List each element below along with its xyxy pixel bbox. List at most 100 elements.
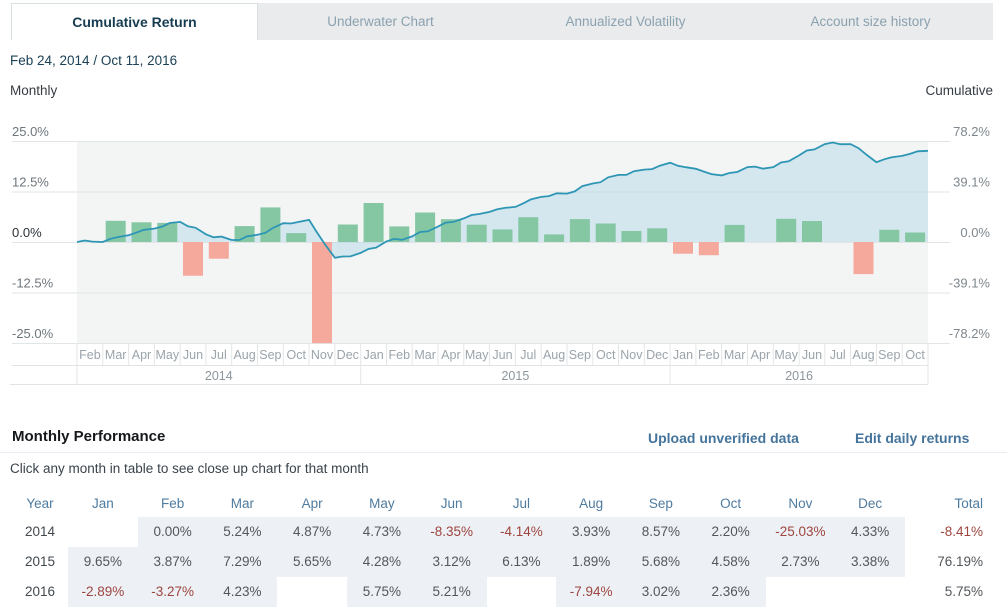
cell-2014-aug[interactable]: 3.93%	[556, 517, 626, 547]
month-tick-label: Nov	[620, 348, 643, 362]
cell-2015-jan[interactable]: 9.65%	[68, 547, 138, 577]
right-axis-tick: 39.1%	[953, 175, 990, 190]
month-tick-label: Mar	[105, 348, 127, 362]
month-tick-label: Sep	[259, 348, 281, 362]
header-jul: Jul	[487, 490, 557, 517]
cell-2016-aug[interactable]: -7.94%	[556, 577, 626, 607]
month-tick-label: Apr	[751, 348, 770, 362]
header-sep: Sep	[626, 490, 696, 517]
cell-2014-apr[interactable]: 4.87%	[277, 517, 347, 547]
month-tick-label: Apr	[441, 348, 460, 362]
cell-2015-feb[interactable]: 3.87%	[138, 547, 208, 577]
cumulative-return-chart-svg: 25.0%78.2%12.5%39.1%0.0%0.0%-12.5%-39.1%…	[0, 110, 1007, 390]
tab-underwater-chart[interactable]: Underwater Chart	[258, 3, 503, 40]
cell-2015-sep[interactable]: 5.68%	[626, 547, 696, 577]
header-apr: Apr	[277, 490, 347, 517]
month-tick-label: May	[155, 348, 179, 362]
monthly-return-bar	[544, 234, 564, 242]
right-axis-tick: -78.2%	[949, 326, 991, 341]
tab-annualized-volatility[interactable]: Annualized Volatility	[503, 3, 748, 40]
cell-2014-nov[interactable]: -25.03%	[766, 517, 836, 547]
year-label: 2014	[205, 369, 233, 383]
cell-2016-mar[interactable]: 4.23%	[208, 577, 278, 607]
cell-2016-jul	[487, 577, 557, 607]
cell-2016-feb[interactable]: -3.27%	[138, 577, 208, 607]
monthly-return-bar	[673, 242, 693, 254]
cell-2015-jul[interactable]: 6.13%	[487, 547, 557, 577]
header-jan: Jan	[68, 490, 138, 517]
cell-2015-dec[interactable]: 3.38%	[835, 547, 905, 577]
monthly-return-bar	[518, 217, 538, 242]
cell-2016-jun[interactable]: 5.21%	[417, 577, 487, 607]
cell-2014-jan	[68, 517, 138, 547]
cell-2014-mar[interactable]: 5.24%	[208, 517, 278, 547]
month-tick-label: Dec	[646, 348, 668, 362]
cell-2016-jan[interactable]: -2.89%	[68, 577, 138, 607]
cell-2015-aug[interactable]: 1.89%	[556, 547, 626, 577]
month-tick-label: Jun	[183, 348, 203, 362]
cell-2015-mar[interactable]: 7.29%	[208, 547, 278, 577]
monthly-return-bar	[570, 219, 590, 242]
month-tick-label: Aug	[233, 348, 255, 362]
cell-2016-dec	[835, 577, 905, 607]
cell-2014-sep[interactable]: 8.57%	[626, 517, 696, 547]
upload-unverified-data-link[interactable]: Upload unverified data	[648, 430, 799, 446]
tab-cumulative-return[interactable]: Cumulative Return	[11, 3, 258, 40]
monthly-return-bar	[905, 233, 925, 243]
cell-2014-jun[interactable]: -8.35%	[417, 517, 487, 547]
tab-bar: Cumulative Return Underwater Chart Annua…	[11, 3, 993, 40]
cumulative-return-chart: 25.0%78.2%12.5%39.1%0.0%0.0%-12.5%-39.1%…	[0, 110, 1007, 390]
monthly-return-bar	[879, 230, 899, 242]
cell-2015-apr[interactable]: 5.65%	[277, 547, 347, 577]
header-jun: Jun	[417, 490, 487, 517]
monthly-return-bar	[493, 229, 513, 242]
header-nov: Nov	[766, 490, 836, 517]
cell-2014-may[interactable]: 4.73%	[347, 517, 417, 547]
header-feb: Feb	[138, 490, 208, 517]
cell-2016-sep[interactable]: 3.02%	[626, 577, 696, 607]
table-header-row: YearJanFebMarAprMayJunJulAugSepOctNovDec…	[12, 490, 985, 517]
cell-2014-jul[interactable]: -4.14%	[487, 517, 557, 547]
section-divider	[0, 452, 1007, 453]
cell-2016-nov	[766, 577, 836, 607]
right-axis-tick: 0.0%	[960, 225, 990, 240]
header-mar: Mar	[208, 490, 278, 517]
tab-account-size-history[interactable]: Account size history	[748, 3, 993, 40]
monthly-return-bar	[209, 242, 229, 259]
month-tick-label: Feb	[698, 348, 720, 362]
cell-2014-oct[interactable]: 2.20%	[696, 517, 766, 547]
month-tick-label: Aug	[852, 348, 874, 362]
table-row-2016: 2016-2.89%-3.27%4.23% 5.75%5.21% -7.94%3.0…	[12, 577, 985, 607]
year-cell-2016: 2016	[12, 577, 68, 607]
year-cell-2014: 2014	[12, 517, 68, 547]
cell-2014-feb[interactable]: 0.00%	[138, 517, 208, 547]
monthly-return-bar	[157, 223, 177, 242]
header-dec: Dec	[835, 490, 905, 517]
monthly-return-bar	[364, 203, 384, 242]
cell-2016-may[interactable]: 5.75%	[347, 577, 417, 607]
cumulative-axis-title: Cumulative	[925, 83, 993, 98]
cell-2015-jun[interactable]: 3.12%	[417, 547, 487, 577]
cell-2016-oct[interactable]: 2.36%	[696, 577, 766, 607]
monthly-performance-title: Monthly Performance	[12, 428, 165, 445]
year-cell-2015: 2015	[12, 547, 68, 577]
monthly-return-bar	[596, 224, 616, 243]
month-tick-label: Feb	[389, 348, 411, 362]
left-axis-tick: -12.5%	[12, 276, 54, 291]
cell-2014-dec[interactable]: 4.33%	[835, 517, 905, 547]
edit-daily-returns-link[interactable]: Edit daily returns	[855, 430, 969, 446]
cell-2015-nov[interactable]: 2.73%	[766, 547, 836, 577]
month-tick-label: Oct	[905, 348, 925, 362]
monthly-performance-table: YearJanFebMarAprMayJunJulAugSepOctNovDec…	[12, 490, 985, 607]
monthly-return-bar	[260, 207, 280, 242]
right-axis-tick: 78.2%	[953, 124, 990, 139]
cell-2015-oct[interactable]: 4.58%	[696, 547, 766, 577]
monthly-return-bar	[621, 231, 641, 242]
cell-2016-apr	[277, 577, 347, 607]
total-cell-2014: -8.41%	[905, 517, 985, 547]
table-hint-caption: Click any month in table to see close up…	[10, 461, 369, 476]
month-tick-label: Jul	[211, 348, 227, 362]
monthly-return-bar	[312, 242, 332, 343]
cell-2015-may[interactable]: 4.28%	[347, 547, 417, 577]
month-tick-label: Mar	[724, 348, 746, 362]
